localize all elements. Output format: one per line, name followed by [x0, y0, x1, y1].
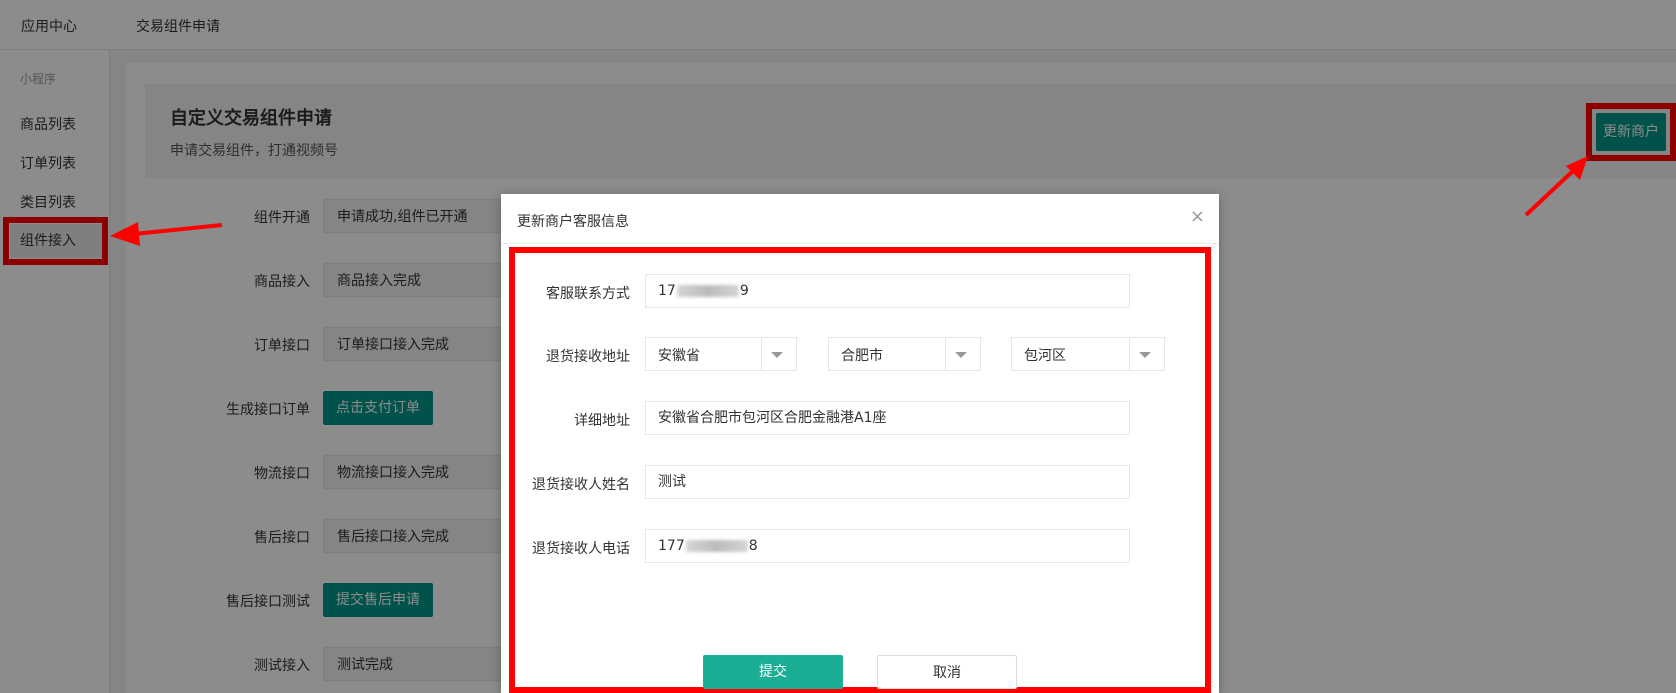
dialog-header: 更新商户客服信息 × — [501, 194, 1219, 244]
district-select[interactable]: 包河区 — [1011, 337, 1165, 371]
receiver-phone-input[interactable]: 177 8 — [645, 529, 1130, 563]
city-value: 合肥市 — [841, 348, 883, 364]
service-phone-label: 客服联系方式 — [546, 286, 630, 302]
receiver-name-label: 退货接收人姓名 — [532, 477, 630, 493]
receiver-phone-suffix: 8 — [748, 538, 758, 554]
province-select[interactable]: 安徽省 — [645, 337, 797, 371]
return-address-label: 退货接收地址 — [546, 349, 630, 365]
update-service-dialog: 更新商户客服信息 × — [501, 194, 1219, 693]
redacted-blur — [676, 285, 739, 297]
chevron-down-icon — [771, 352, 783, 358]
submit-button[interactable]: 提交 — [703, 655, 843, 689]
redacted-blur — [685, 540, 748, 552]
province-value: 安徽省 — [658, 348, 700, 364]
detail-address-label: 详细地址 — [574, 413, 630, 429]
cancel-button[interactable]: 取消 — [877, 655, 1017, 689]
service-phone-prefix: 17 — [658, 283, 676, 299]
service-phone-suffix: 9 — [739, 283, 749, 299]
detail-address-input[interactable]: 安徽省合肥市包河区合肥金融港A1座 — [645, 401, 1130, 435]
select-divider — [761, 338, 762, 370]
receiver-name-input[interactable]: 测试 — [645, 465, 1130, 499]
chevron-down-icon — [955, 352, 967, 358]
chevron-down-icon — [1139, 352, 1151, 358]
receiver-phone-prefix: 177 — [658, 538, 685, 554]
select-divider — [1129, 338, 1130, 370]
service-phone-input[interactable]: 17 9 — [645, 274, 1130, 308]
select-divider — [945, 338, 946, 370]
close-icon[interactable]: × — [1190, 206, 1205, 227]
dialog-title: 更新商户客服信息 — [517, 214, 629, 230]
city-select[interactable]: 合肥市 — [828, 337, 981, 371]
receiver-phone-label: 退货接收人电话 — [532, 541, 630, 557]
district-value: 包河区 — [1024, 348, 1066, 364]
